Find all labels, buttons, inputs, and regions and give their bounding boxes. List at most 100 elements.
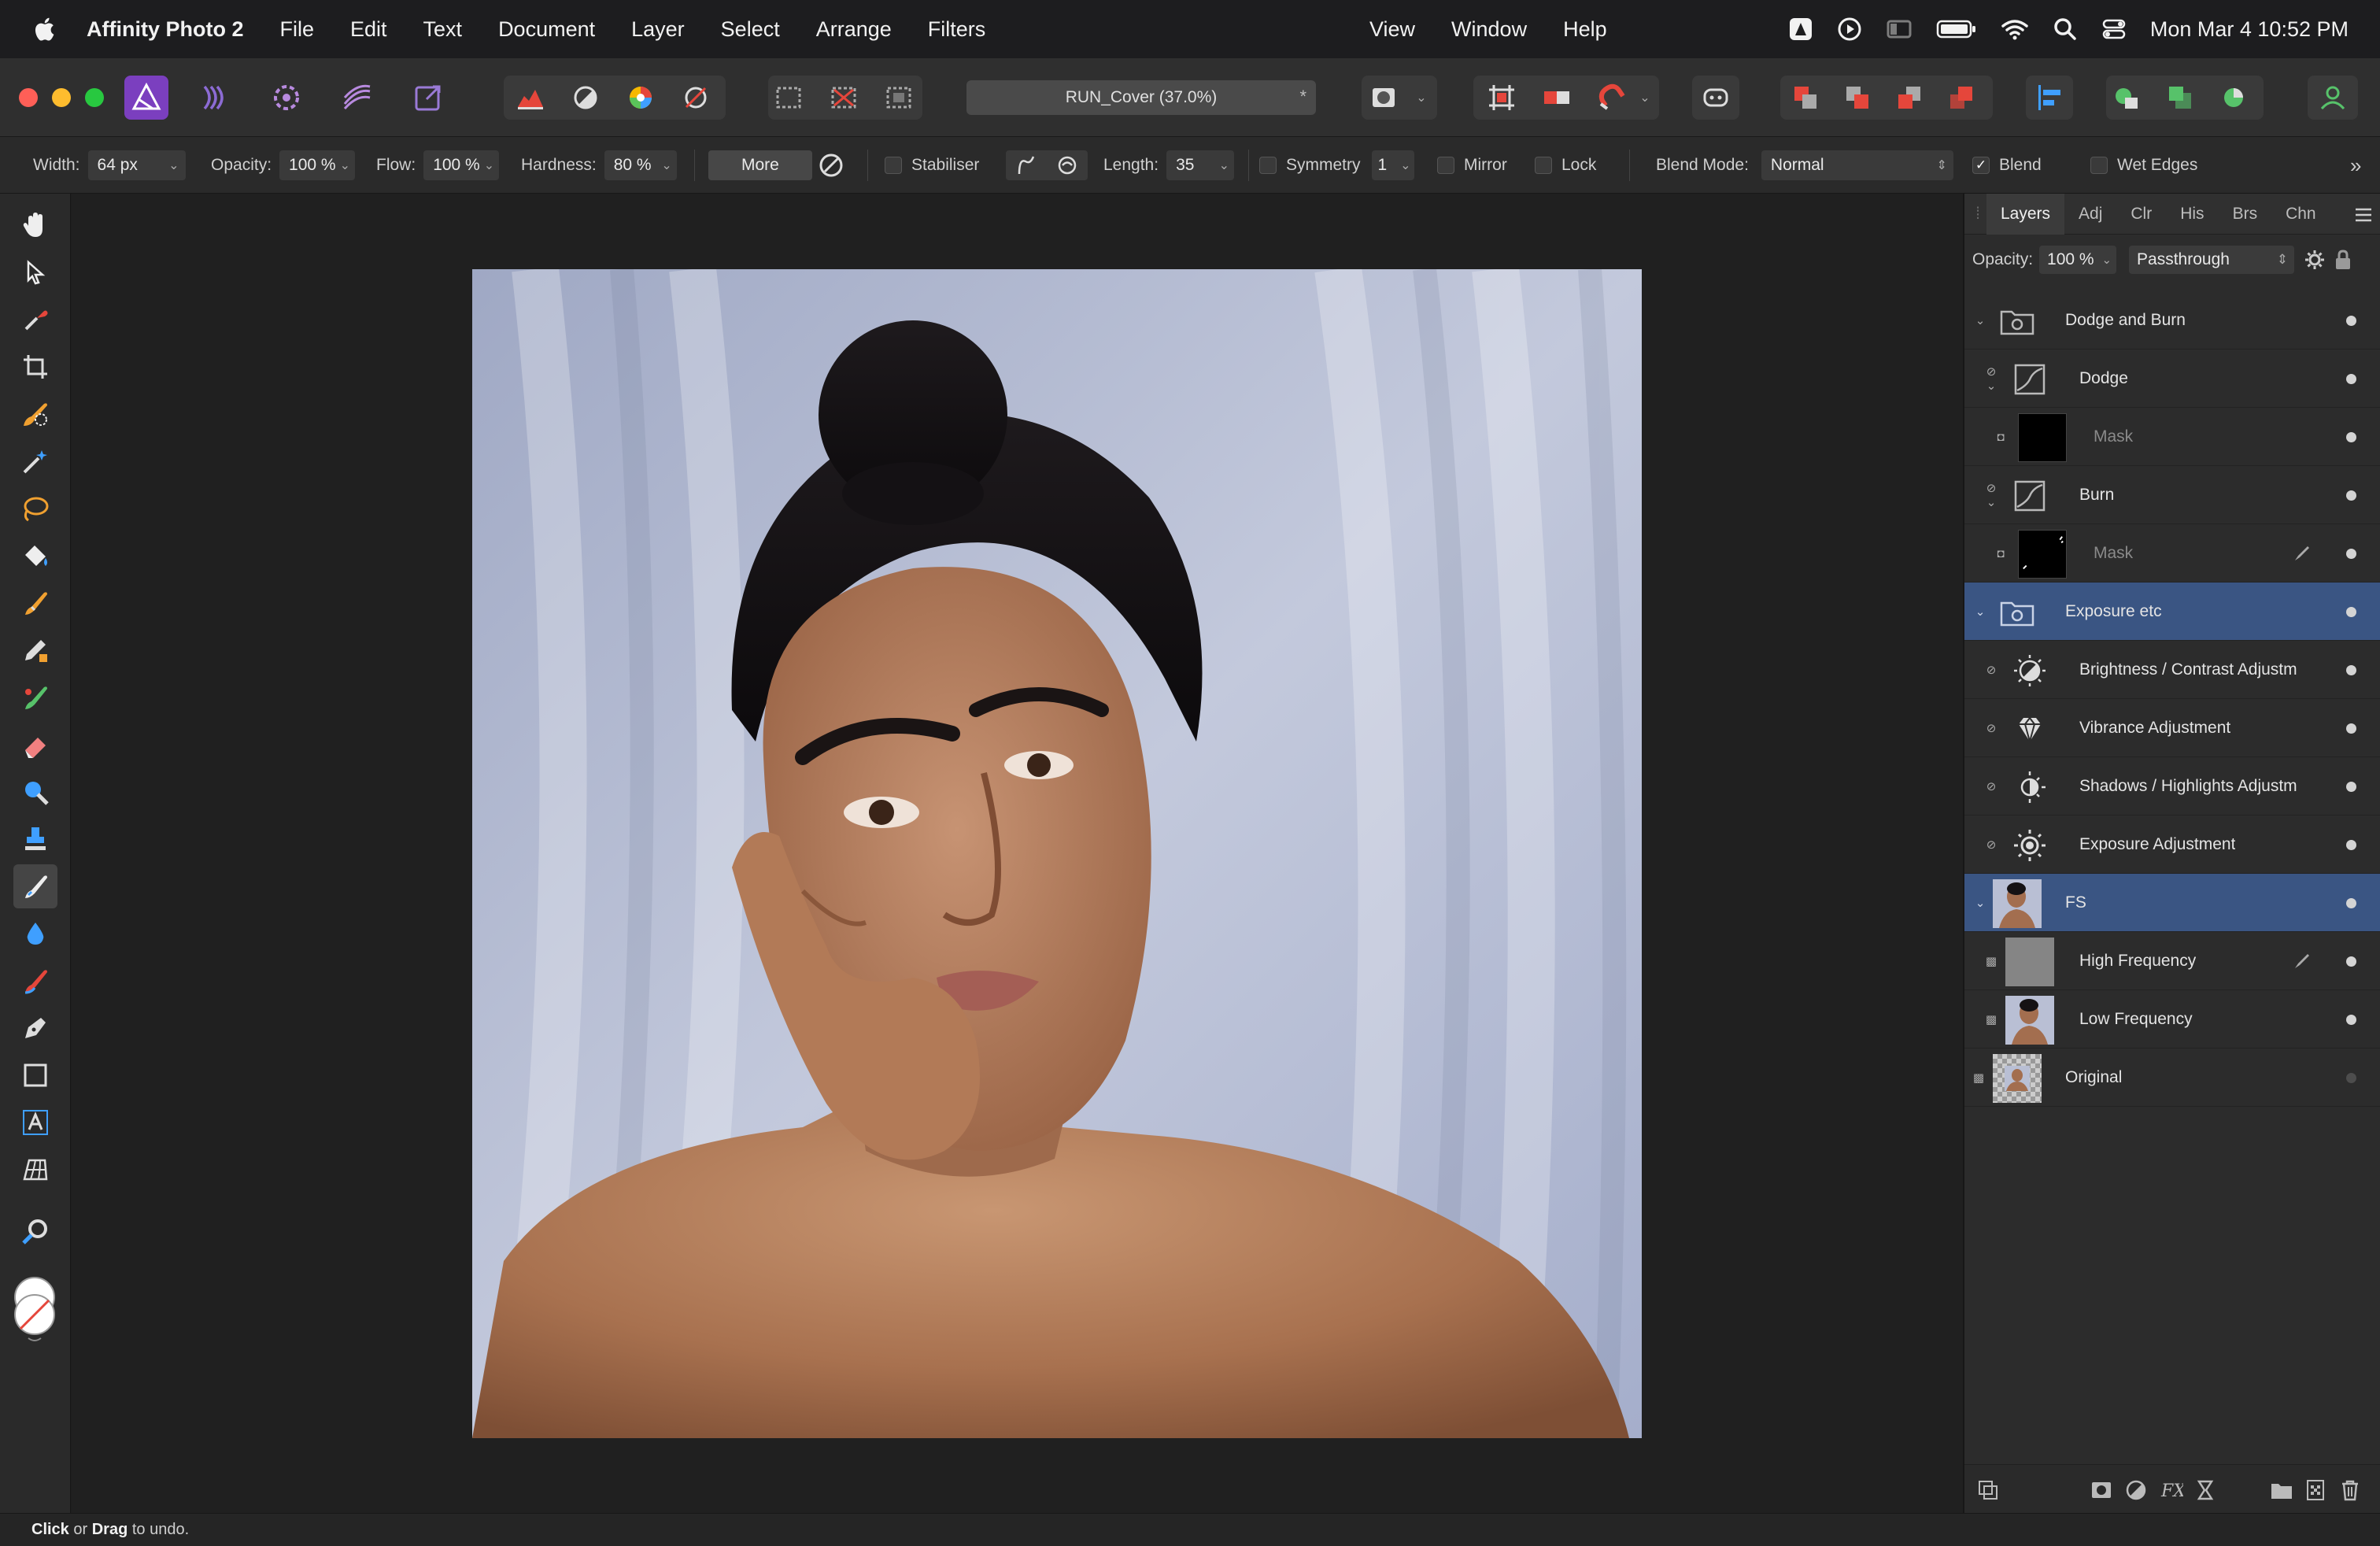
color-swatches[interactable] bbox=[11, 1275, 60, 1346]
layer-visibility-toggle[interactable] bbox=[2346, 316, 2356, 326]
delete-layer-trash-icon[interactable] bbox=[2339, 1479, 2361, 1501]
menu-arrange[interactable]: Arrange bbox=[816, 17, 892, 42]
layer-visibility-toggle[interactable] bbox=[2346, 1073, 2356, 1083]
tab-brushes[interactable]: Brs bbox=[2219, 194, 2272, 235]
layer-row[interactable]: ▩ Low Frequency bbox=[1964, 990, 2380, 1049]
menu-document[interactable]: Document bbox=[498, 17, 595, 42]
insert-top-button[interactable] bbox=[2212, 76, 2256, 120]
layer-row[interactable]: ⊘ Shadows / Highlights Adjustm bbox=[1964, 757, 2380, 816]
layer-row[interactable]: ⊘ Vibrance Adjustment bbox=[1964, 699, 2380, 757]
layer-row[interactable]: ⊘ Brightness / Contrast Adjustm bbox=[1964, 641, 2380, 699]
minimize-window-button[interactable] bbox=[52, 88, 71, 107]
auto-white-balance-button[interactable] bbox=[674, 76, 718, 120]
layer-settings-gear-icon[interactable] bbox=[2304, 249, 2326, 271]
snap-magnet-button[interactable] bbox=[1590, 76, 1634, 120]
layer-row[interactable]: ⊘ ⌄ Burn bbox=[1964, 466, 2380, 524]
deselect-button[interactable] bbox=[822, 76, 866, 120]
portrait-photo[interactable] bbox=[472, 269, 1642, 1438]
color-picker-tool[interactable] bbox=[13, 298, 57, 342]
healing-brush-tool[interactable] bbox=[13, 864, 57, 908]
rope-mode-icon[interactable] bbox=[1014, 153, 1038, 177]
layer-visibility-toggle[interactable] bbox=[2346, 723, 2356, 734]
tab-colour[interactable]: Clr bbox=[2116, 194, 2166, 235]
assistant-button[interactable] bbox=[1694, 76, 1738, 120]
flow-field[interactable]: 100 % ⌄ bbox=[423, 150, 500, 180]
mask-link-icon[interactable]: ◘ bbox=[1993, 524, 2009, 583]
spotlight-search-icon[interactable] bbox=[2053, 17, 2078, 42]
add-group-folder-icon[interactable] bbox=[2270, 1479, 2293, 1501]
menu-layer[interactable]: Layer bbox=[631, 17, 685, 42]
export-persona-button[interactable] bbox=[406, 76, 450, 120]
layer-visibility-toggle[interactable] bbox=[2346, 898, 2356, 908]
layer-lock-pattern-icon[interactable]: ▩ bbox=[1983, 932, 1999, 990]
blend-mode-select[interactable]: Normal ⇕ bbox=[1761, 150, 1953, 180]
flood-select-tool[interactable] bbox=[13, 439, 57, 483]
document-tab[interactable]: RUN_Cover (37.0%) * bbox=[966, 80, 1316, 115]
brush-pressure-icon[interactable] bbox=[815, 150, 847, 181]
freehand-selection-tool[interactable] bbox=[13, 486, 57, 531]
move-back-one-button[interactable] bbox=[1835, 76, 1879, 120]
layer-link-icon[interactable]: ⊘ bbox=[1983, 816, 1999, 874]
artistic-text-tool[interactable] bbox=[13, 1100, 57, 1145]
menubar-clock[interactable]: Mon Mar 4 10:52 PM bbox=[2150, 17, 2349, 42]
menu-text[interactable]: Text bbox=[423, 17, 463, 42]
zoom-tool[interactable] bbox=[13, 1209, 57, 1253]
menu-view[interactable]: View bbox=[1369, 17, 1415, 42]
layer-row[interactable]: ⌄ Dodge and Burn bbox=[1964, 291, 2380, 350]
quick-mask-button[interactable] bbox=[1362, 76, 1406, 120]
screen-status-icon[interactable] bbox=[1886, 17, 1913, 42]
auto-colour-button[interactable] bbox=[619, 76, 663, 120]
layer-blend-mode-select[interactable]: Passthrough ⇕ bbox=[2129, 246, 2295, 274]
document-canvas[interactable] bbox=[72, 194, 1963, 1513]
layer-row[interactable]: ▩ High Frequency bbox=[1964, 932, 2380, 990]
layer-link-icon[interactable]: ⊘ ⌄ bbox=[1983, 466, 1999, 524]
move-to-front-button[interactable] bbox=[1939, 76, 1983, 120]
hardness-field[interactable]: 80 % ⌄ bbox=[604, 150, 677, 180]
invert-selection-button[interactable] bbox=[877, 76, 921, 120]
play-status-icon[interactable] bbox=[1837, 17, 1862, 42]
adjustment-icon[interactable] bbox=[2125, 1479, 2147, 1501]
menu-window[interactable]: Window bbox=[1451, 17, 1527, 42]
layer-row[interactable]: ▩ Original bbox=[1964, 1049, 2380, 1107]
smudge-brush-tool[interactable] bbox=[13, 959, 57, 1003]
develop-persona-button[interactable] bbox=[264, 76, 309, 120]
add-mask-icon[interactable] bbox=[2090, 1479, 2112, 1501]
layer-lock-pattern-icon[interactable]: ▩ bbox=[1983, 990, 1999, 1049]
blend-checkbox[interactable]: ✓ bbox=[1972, 157, 1990, 174]
wifi-icon[interactable] bbox=[2001, 17, 2029, 42]
tab-adjustments[interactable]: Adj bbox=[2064, 194, 2116, 235]
expand-chevron-icon[interactable]: ⌄ bbox=[1972, 583, 1988, 641]
panel-grip-icon[interactable]: ⁞ bbox=[1969, 194, 1986, 235]
lock-icon[interactable] bbox=[2334, 249, 2352, 271]
liquify-persona-button[interactable] bbox=[194, 76, 238, 120]
layer-link-icon[interactable]: ⊘ bbox=[1983, 641, 1999, 699]
dodge-burn-tool[interactable] bbox=[13, 770, 57, 814]
expand-chevron-icon[interactable]: ⌄ bbox=[1972, 874, 1988, 932]
layer-visibility-toggle[interactable] bbox=[2346, 782, 2356, 792]
layer-visibility-toggle[interactable] bbox=[2346, 374, 2356, 384]
mesh-warp-tool[interactable] bbox=[13, 1148, 57, 1192]
mask-link-icon[interactable]: ◘ bbox=[1993, 408, 2009, 466]
layer-link-icon[interactable]: ⊘ bbox=[1983, 699, 1999, 757]
menu-edit[interactable]: Edit bbox=[350, 17, 387, 42]
quick-mask-dropdown[interactable]: ⌄ bbox=[1406, 76, 1437, 120]
force-pixel-alignment-button[interactable] bbox=[1535, 76, 1579, 120]
tone-mapping-persona-button[interactable] bbox=[335, 76, 379, 120]
tab-history[interactable]: His bbox=[2166, 194, 2218, 235]
brush-edit-icon[interactable] bbox=[2292, 951, 2312, 971]
layer-link-icon[interactable]: ⊘ ⌄ bbox=[1983, 350, 1999, 408]
wet-edges-checkbox[interactable] bbox=[2090, 157, 2108, 174]
layer-row[interactable]: ⊘ Exposure Adjustment bbox=[1964, 816, 2380, 874]
paint-brush-tool[interactable] bbox=[13, 581, 57, 625]
layer-row[interactable]: ◘ Mask bbox=[1964, 524, 2380, 583]
layer-link-icon[interactable]: ⊘ bbox=[1983, 757, 1999, 816]
layer-lock-pattern-icon[interactable]: ▩ bbox=[1971, 1049, 1986, 1107]
mirror-checkbox[interactable] bbox=[1437, 157, 1454, 174]
layer-visibility-toggle[interactable] bbox=[2346, 1015, 2356, 1025]
rectangle-tool[interactable] bbox=[13, 1053, 57, 1097]
layer-opacity-field[interactable]: 100 % ⌄ bbox=[2039, 246, 2117, 274]
tab-channels[interactable]: Chn bbox=[2271, 194, 2330, 235]
stabiliser-checkbox[interactable] bbox=[885, 157, 902, 174]
levels-button[interactable] bbox=[508, 76, 552, 120]
insert-behind-button[interactable] bbox=[2105, 76, 2149, 120]
